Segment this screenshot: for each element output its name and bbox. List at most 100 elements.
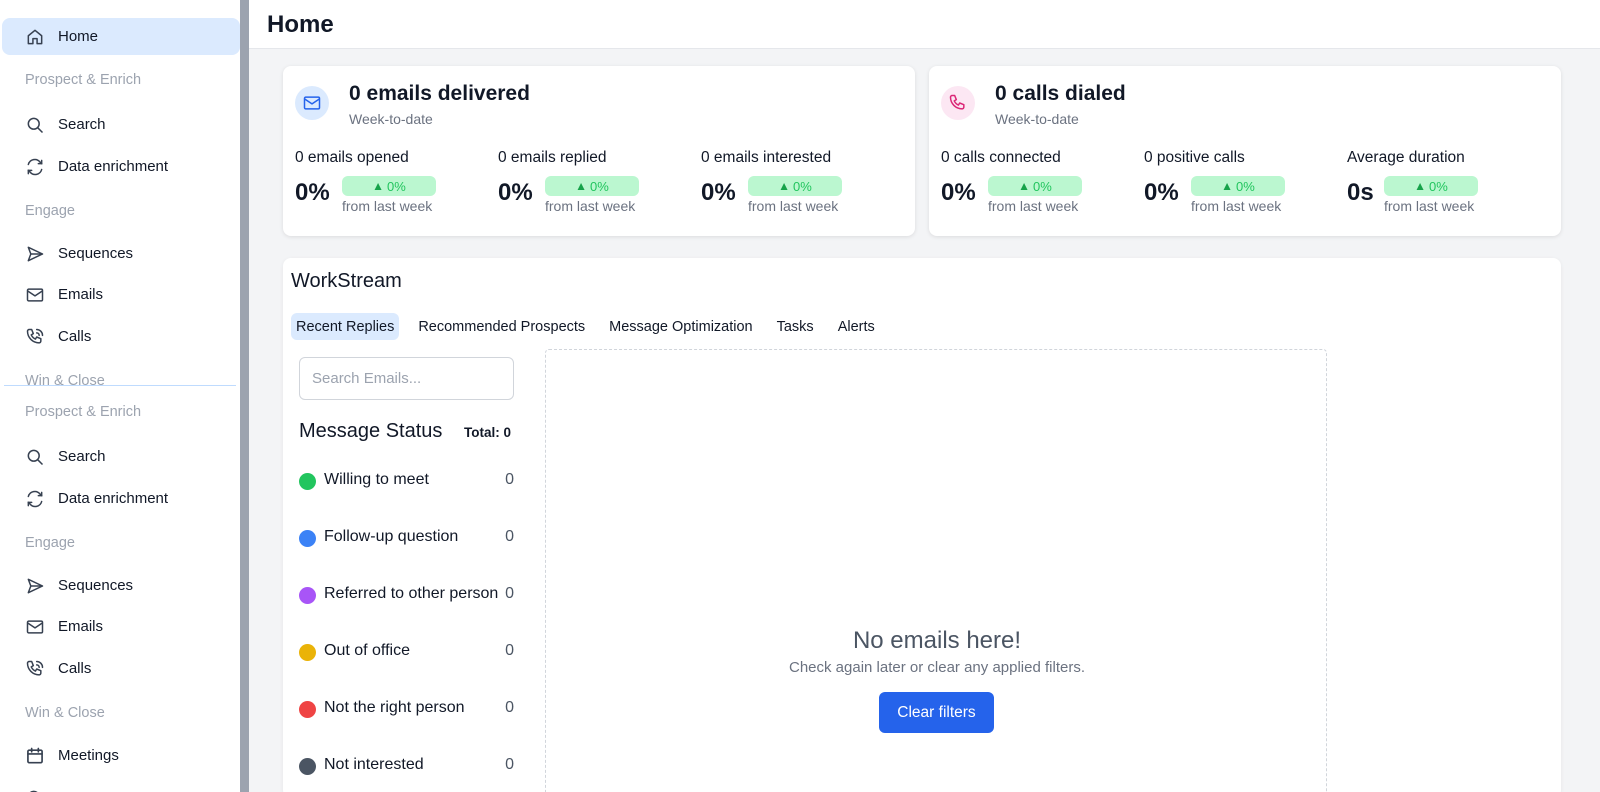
triangle-up-icon: ▲ <box>575 179 588 193</box>
metric-value: 0s <box>1347 179 1374 206</box>
card-title: 0 emails delivered <box>349 82 530 105</box>
tab-tasks[interactable]: Tasks <box>772 313 819 340</box>
status-item-referred[interactable]: Referred to other person 0 <box>299 584 514 606</box>
metric-comparison: from last week <box>1191 198 1282 214</box>
metric-value: 0% <box>701 179 736 206</box>
metric-comparison: from last week <box>1384 198 1475 214</box>
change-badge: ▲ 0% <box>748 176 842 196</box>
phone-call-icon <box>24 326 46 348</box>
mail-icon <box>24 616 46 638</box>
calendar-icon <box>24 745 46 767</box>
sidebar-item-label: Emails <box>58 286 104 303</box>
change-value: 0% <box>793 178 812 194</box>
change-value: 0% <box>590 178 609 194</box>
status-item-willing-to-meet[interactable]: Willing to meet 0 <box>299 470 514 492</box>
change-badge: ▲ 0% <box>545 176 639 196</box>
nav-group-prospect: Prospect & Enrich <box>25 72 142 88</box>
status-count: 0 <box>505 699 514 716</box>
sidebar-item-label: Sequences <box>58 245 134 262</box>
sidebar-item-emails[interactable]: Emails <box>0 276 240 313</box>
sidebar-item-search[interactable]: Search <box>0 106 240 143</box>
metric-emails-interested: 0 emails interested 0% ▲ 0% from last wee… <box>701 149 891 229</box>
metric-emails-opened: 0 emails opened 0% ▲ 0% from last week <box>295 149 485 229</box>
status-item-not-interested[interactable]: Not interested 0 <box>299 755 514 777</box>
sidebar-item-data-enrichment[interactable]: Data enrichment <box>0 148 240 185</box>
change-value: 0% <box>387 178 406 194</box>
status-count: 0 <box>505 528 514 545</box>
tab-alerts[interactable]: Alerts <box>833 313 880 340</box>
search-icon <box>24 446 46 468</box>
status-item-not-right-person[interactable]: Not the right person 0 <box>299 698 514 720</box>
sidebar-item-meetings[interactable]: Meetings <box>0 737 240 774</box>
empty-state-title: No emails here! <box>852 627 1022 654</box>
metric-comparison: from last week <box>545 198 636 214</box>
search-emails-input[interactable] <box>299 357 514 400</box>
metric-label: 0 emails replied <box>498 149 607 166</box>
tab-message-optimization[interactable]: Message Optimization <box>604 313 757 340</box>
nav-group-prospect: Prospect & Enrich <box>25 404 142 420</box>
sidebar-item-calls[interactable]: Calls <box>0 318 240 355</box>
sidebar: Home Prospect & Enrich Search Data enric… <box>0 0 241 792</box>
change-badge: ▲ 0% <box>1384 176 1478 196</box>
metric-label: 0 calls connected <box>941 149 1061 166</box>
sidebar-item-sequences[interactable]: Sequences <box>0 567 240 604</box>
status-label: Not interested <box>324 756 424 773</box>
card-subtitle: Week-to-date <box>349 111 433 127</box>
status-dot <box>299 473 316 490</box>
nav-group-engage: Engage <box>25 203 75 219</box>
status-dot <box>299 530 316 547</box>
email-list-empty-state: No emails here! Check again later or cle… <box>545 349 1327 792</box>
metric-value: 0% <box>498 179 533 206</box>
page-title: Home <box>267 11 334 38</box>
card-subtitle: Week-to-date <box>995 111 1079 127</box>
triangle-up-icon: ▲ <box>1018 179 1031 193</box>
status-label: Follow-up question <box>324 528 459 545</box>
metric-value: 0% <box>1144 179 1179 206</box>
sidebar-item-label: Data enrichment <box>58 158 169 175</box>
sidebar-item-calls[interactable]: Calls <box>0 650 240 687</box>
metric-label: 0 emails interested <box>701 149 832 166</box>
search-icon <box>24 114 46 136</box>
sidebar-item-label: Search <box>58 448 106 465</box>
metric-label: 0 positive calls <box>1144 149 1245 166</box>
metric-positive-calls: 0 positive calls 0% ▲ 0% from last week <box>1144 149 1334 229</box>
sidebar-item-label: Data enrichment <box>58 490 169 507</box>
sidebar-item-label: Meetings <box>58 747 119 764</box>
message-status-title: Message Status <box>299 420 443 442</box>
sidebar-item-data-enrichment[interactable]: Data enrichment <box>0 480 240 517</box>
metric-label: 0 emails opened <box>295 149 409 166</box>
triangle-up-icon: ▲ <box>778 179 791 193</box>
sidebar-item-label: Emails <box>58 618 104 635</box>
top-bar: Home <box>249 0 1600 49</box>
status-count: 0 <box>505 471 514 488</box>
status-item-follow-up-question[interactable]: Follow-up question 0 <box>299 527 514 549</box>
refresh-icon <box>24 156 46 178</box>
mail-icon <box>24 284 46 306</box>
tab-recommended-prospects[interactable]: Recommended Prospects <box>413 313 590 340</box>
change-badge: ▲ 0% <box>1191 176 1285 196</box>
empty-state-subtitle: Check again later or clear any applied f… <box>789 659 1085 676</box>
sidebar-item-home[interactable]: Home <box>2 18 240 55</box>
change-value: 0% <box>1236 178 1255 194</box>
calls-summary-card: 0 calls dialed Week-to-date 0 calls conn… <box>929 66 1561 236</box>
status-item-out-of-office[interactable]: Out of office 0 <box>299 641 514 663</box>
search-icon <box>24 787 46 792</box>
metric-average-duration: Average duration 0s ▲ 0% from last week <box>1347 149 1537 229</box>
change-badge: ▲ 0% <box>988 176 1082 196</box>
sidebar-item-sequences[interactable]: Sequences <box>0 235 240 272</box>
sidebar-item-label: Calls <box>58 328 92 345</box>
sidebar-item-emails[interactable]: Emails <box>0 608 240 645</box>
clear-filters-button[interactable]: Clear filters <box>879 692 994 733</box>
tab-recent-replies[interactable]: Recent Replies <box>291 313 400 340</box>
status-dot <box>299 758 316 775</box>
status-label: Out of office <box>324 642 410 659</box>
send-icon <box>24 575 46 597</box>
status-dot <box>299 701 316 718</box>
sidebar-item-partial[interactable] <box>0 779 240 792</box>
change-value: 0% <box>1429 178 1448 194</box>
sidebar-scrollbar[interactable] <box>240 0 249 792</box>
phone-call-icon <box>24 658 46 680</box>
triangle-up-icon: ▲ <box>1414 179 1427 193</box>
sidebar-item-search[interactable]: Search <box>0 438 240 475</box>
emails-summary-card: 0 emails delivered Week-to-date 0 emails… <box>283 66 915 236</box>
